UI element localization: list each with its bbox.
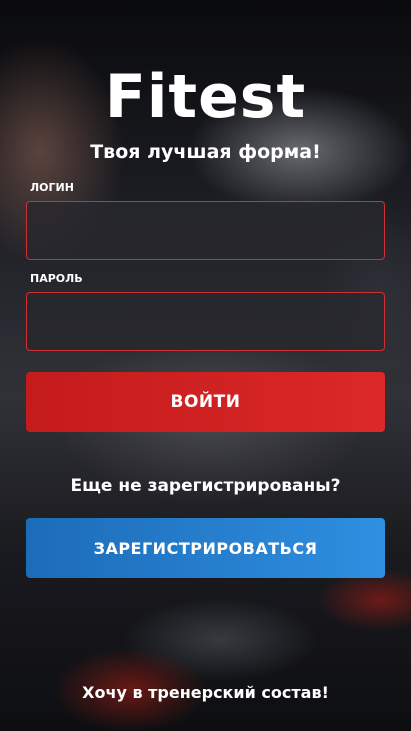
register-button[interactable]: ЗАРЕГИСТРИРОВАТЬСЯ [26,518,385,578]
login-button[interactable]: ВОЙТИ [26,372,385,432]
register-question: Еще не зарегистрированы? [70,476,341,496]
trainer-link[interactable]: Хочу в тренерский состав! [0,682,411,704]
login-input[interactable] [27,202,384,259]
login-screen: Fitest Твоя лучшая форма! ЛОГИН ПАРОЛЬ В… [0,0,411,731]
tagline: Твоя лучшая форма! [90,141,321,163]
login-label: ЛОГИН [30,181,74,194]
login-field-container [26,201,385,260]
password-label: ПАРОЛЬ [30,272,83,285]
password-input[interactable] [27,293,384,350]
password-field-container [26,292,385,351]
app-logo: Fitest [104,62,307,132]
